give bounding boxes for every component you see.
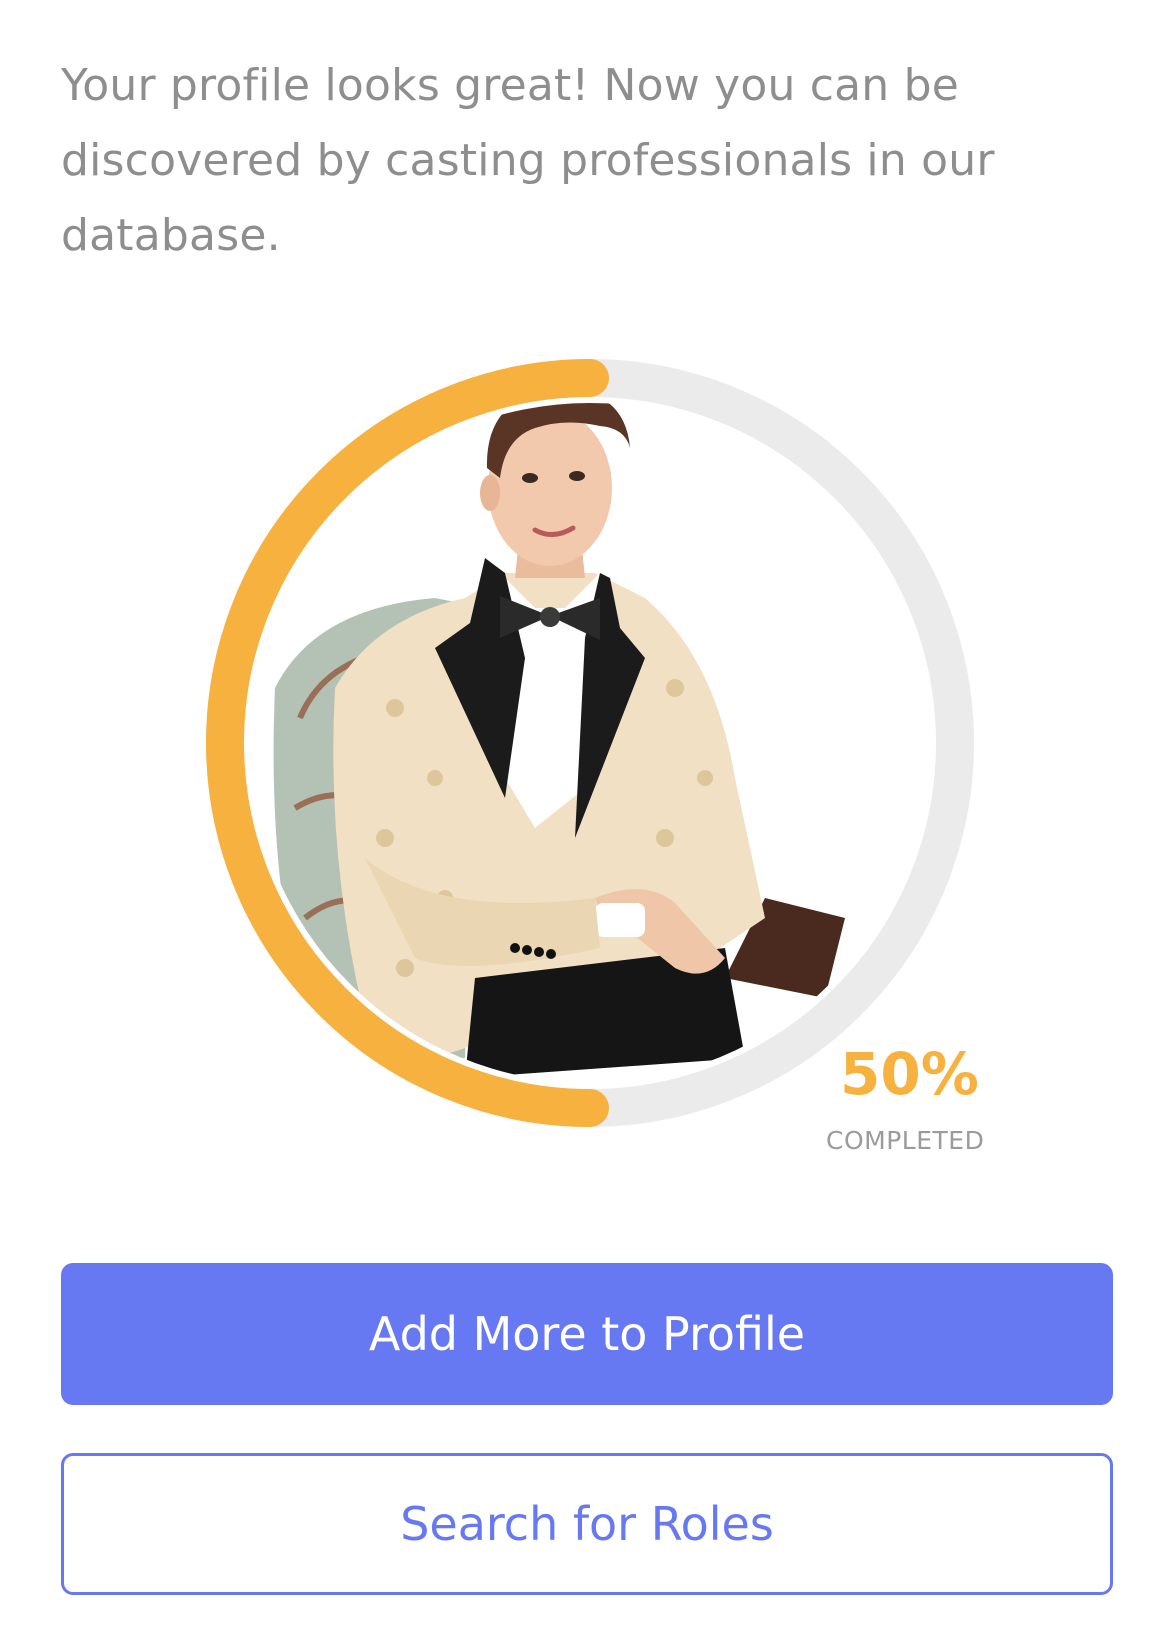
progress-ring-svg (206, 359, 974, 1127)
completion-status-label: COMPLETED (826, 1126, 985, 1155)
profile-intro-text: Your profile looks great! Now you can be… (61, 60, 995, 261)
search-for-roles-label: Search for Roles (400, 1497, 774, 1551)
completion-percent: 50% (840, 1040, 979, 1108)
add-more-to-profile-label: Add More to Profile (368, 1307, 806, 1361)
add-more-to-profile-button[interactable]: Add More to Profile (61, 1263, 1113, 1405)
avatar (250, 403, 930, 1083)
search-for-roles-button[interactable]: Search for Roles (61, 1453, 1113, 1595)
profile-completion-ring (205, 358, 975, 1128)
